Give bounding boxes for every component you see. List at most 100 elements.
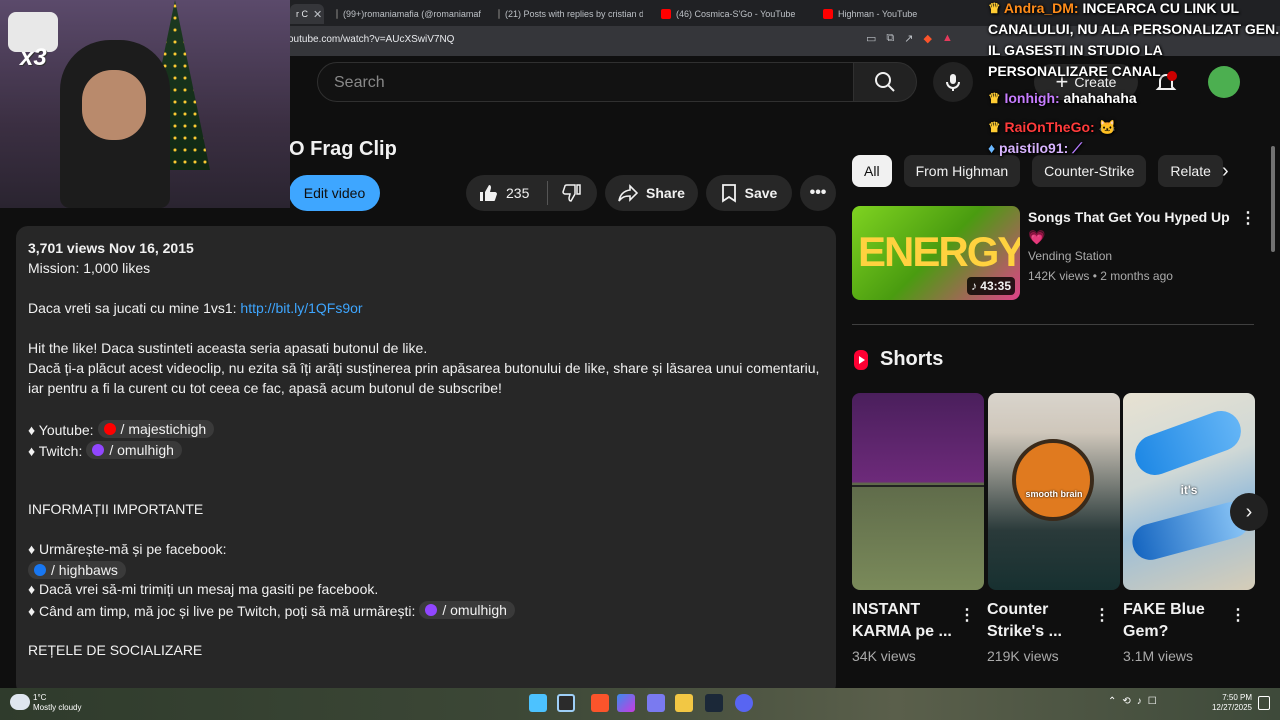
short-thumbnail[interactable]: it's	[1123, 393, 1255, 590]
recommended-title[interactable]: Songs That Get You Hyped Up 💗	[1028, 207, 1238, 247]
recommended-channel[interactable]: Vending Station	[1028, 249, 1112, 263]
filter-from-highman[interactable]: From Highman	[903, 155, 1021, 187]
file-explorer-icon[interactable]	[675, 694, 693, 712]
crown-badge-icon: ♛	[988, 0, 1004, 16]
like-count[interactable]: 235	[506, 185, 529, 201]
date: 12/27/2025	[1211, 703, 1252, 712]
close-icon[interactable]: ✕	[313, 8, 322, 21]
url-field[interactable]: outube.com/watch?v=AUcXSwiV7NQ	[288, 34, 454, 45]
description-heading: INFORMAȚII IMPORTANTE	[28, 501, 204, 517]
more-vert-icon[interactable]: ⋮	[1230, 605, 1246, 625]
search-input[interactable]: Search	[317, 62, 854, 102]
description-line: ♦ Urmărește-mă și pe facebook:	[28, 541, 227, 557]
duration-badge: ♪ 43:35	[966, 277, 1015, 295]
m365-icon[interactable]	[647, 694, 665, 712]
steam-icon[interactable]	[705, 694, 723, 712]
discord-icon[interactable]	[735, 694, 753, 712]
chat-username: paistilo91:	[999, 140, 1069, 156]
tab-label: (21) Posts with replies by cristian dav	[505, 9, 643, 19]
twitch-channel-chip[interactable]: / omulhigh	[86, 441, 182, 459]
face-image	[82, 70, 146, 140]
short-overlay-text: it's	[1180, 483, 1198, 497]
divider	[852, 324, 1254, 325]
notification-center-icon[interactable]	[1258, 696, 1270, 710]
short-overlay-text: smooth brain	[1025, 489, 1083, 499]
stream-chat-overlay: ♛ Andra_DM: INCEARCA CU LINK UL CANALULU…	[988, 0, 1280, 159]
more-vert-icon[interactable]: ⋮	[1094, 605, 1110, 625]
facebook-chip[interactable]: / highbaws	[28, 561, 126, 579]
weather-widget[interactable]: 1°C Mostly cloudy	[33, 693, 81, 713]
windows-start-icon[interactable]	[529, 694, 547, 712]
cast-icon[interactable]: ▭	[866, 32, 876, 45]
copilot-icon[interactable]	[617, 694, 635, 712]
description-line: ♦ Youtube: / majestichigh	[28, 420, 215, 438]
share-page-icon[interactable]: ↗	[904, 32, 913, 45]
share-button[interactable]: Share	[605, 175, 698, 211]
edit-video-button[interactable]: Edit video	[289, 175, 380, 211]
badge-icon: ♦	[988, 140, 1000, 156]
like-dislike-group: 235	[466, 175, 597, 211]
thumbs-up-icon[interactable]	[478, 183, 498, 203]
chat-username: RaiOnTheGo:	[1004, 119, 1095, 135]
brave-shield-icon[interactable]: ◆	[923, 32, 931, 45]
youtube-icon	[823, 9, 833, 19]
twitch-channel-chip[interactable]: / omulhigh	[419, 601, 515, 619]
more-vert-icon[interactable]: ⋮	[959, 605, 975, 625]
short-title[interactable]: INSTANT KARMA pe ...	[852, 599, 952, 643]
windows-taskbar	[0, 688, 1280, 720]
recommended-thumbnail[interactable]: ENERGY ♪ 43:35	[852, 206, 1020, 300]
search-button[interactable]	[853, 62, 917, 102]
short-title[interactable]: FAKE Blue Gem?	[1123, 599, 1223, 643]
more-vert-icon[interactable]: ⋮	[1240, 208, 1256, 228]
more-icon: •••	[809, 184, 827, 201]
description-line: Dacă ți-a plăcut acest videoclip, nu ezi…	[28, 360, 820, 376]
description-line: iar pentru a fi la curent cu tot ceea ce…	[28, 380, 502, 396]
tab-x-posts[interactable]: (21) Posts with replies by cristian dav	[498, 4, 643, 24]
weather-icon[interactable]	[10, 694, 30, 710]
recommended-meta: 142K views • 2 months ago	[1028, 269, 1173, 283]
brave-icon[interactable]	[591, 694, 609, 712]
twitch-icon	[92, 444, 105, 456]
chat-message: ♛ RaiOnTheGo: 🐱	[988, 117, 1280, 138]
youtube-channel-chip[interactable]: / majestichigh	[97, 420, 215, 438]
chip-label: / omulhigh	[442, 602, 507, 618]
description-line: Daca vreti sa jucati cu mine 1vs1: http:…	[28, 300, 363, 316]
description-line: ♦ Twitch: / omulhigh	[28, 441, 182, 459]
pip-icon[interactable]: ⧉	[886, 32, 894, 45]
tab-highman[interactable]: Highman - YouTube	[823, 4, 968, 24]
share-icon	[618, 184, 639, 202]
filter-all[interactable]: All	[852, 155, 892, 187]
crown-badge-icon: ♛	[988, 119, 1005, 135]
filter-counter-strike[interactable]: Counter-Strike	[1032, 155, 1147, 187]
clock[interactable]: 7:50 PM 12/27/2025	[1206, 693, 1252, 713]
description-text: Daca vreti sa jucati cu mine 1vs1:	[28, 300, 241, 316]
tab-cosmica[interactable]: (46) Cosmica-S'Go - YouTube	[661, 4, 806, 24]
description-link[interactable]: http://bit.ly/1QFs9or	[240, 300, 362, 316]
filter-related[interactable]: Relate	[1158, 155, 1223, 187]
voice-search-button[interactable]	[933, 62, 973, 102]
description-text: ♦ Twitch:	[28, 443, 83, 459]
save-button[interactable]: Save	[706, 175, 792, 211]
short-thumbnail[interactable]: smooth brain	[988, 393, 1120, 590]
cat-emote-icon: 🐱	[1098, 119, 1117, 135]
short-thumbnail[interactable]	[852, 393, 984, 590]
system-tray-icons[interactable]: ⌃⟲♪☐	[1108, 696, 1163, 707]
scrollbar[interactable]	[1271, 146, 1275, 252]
duration-value: 43:35	[980, 279, 1011, 293]
twitch-icon	[425, 604, 438, 616]
badge-image	[1012, 439, 1094, 521]
tab-romaniamafia[interactable]: (99+)romaniamafia (@romaniamafia	[336, 4, 481, 24]
microphone-icon	[946, 74, 960, 91]
shorts-next-button[interactable]: ›	[1230, 493, 1268, 531]
tab-active[interactable]: r C ✕	[290, 4, 324, 24]
thumbs-down-icon[interactable]	[562, 183, 582, 203]
task-view-icon[interactable]	[557, 694, 575, 712]
music-icon: ♪	[970, 279, 981, 293]
description-panel[interactable]: 3,701 views Nov 16, 2015 Mission: 1,000 …	[16, 226, 836, 696]
more-actions-button[interactable]: •••	[800, 175, 836, 211]
brave-rewards-icon[interactable]: ▲	[942, 32, 953, 45]
short-title[interactable]: Counter Strike's ...	[987, 599, 1087, 643]
chevron-right-icon[interactable]: ›	[1222, 160, 1229, 183]
chat-message: ♛ Andra_DM: INCEARCA CU LINK UL CANALULU…	[988, 0, 1280, 82]
chat-message: ♛ Ionhigh: ahahahaha	[988, 88, 1280, 109]
